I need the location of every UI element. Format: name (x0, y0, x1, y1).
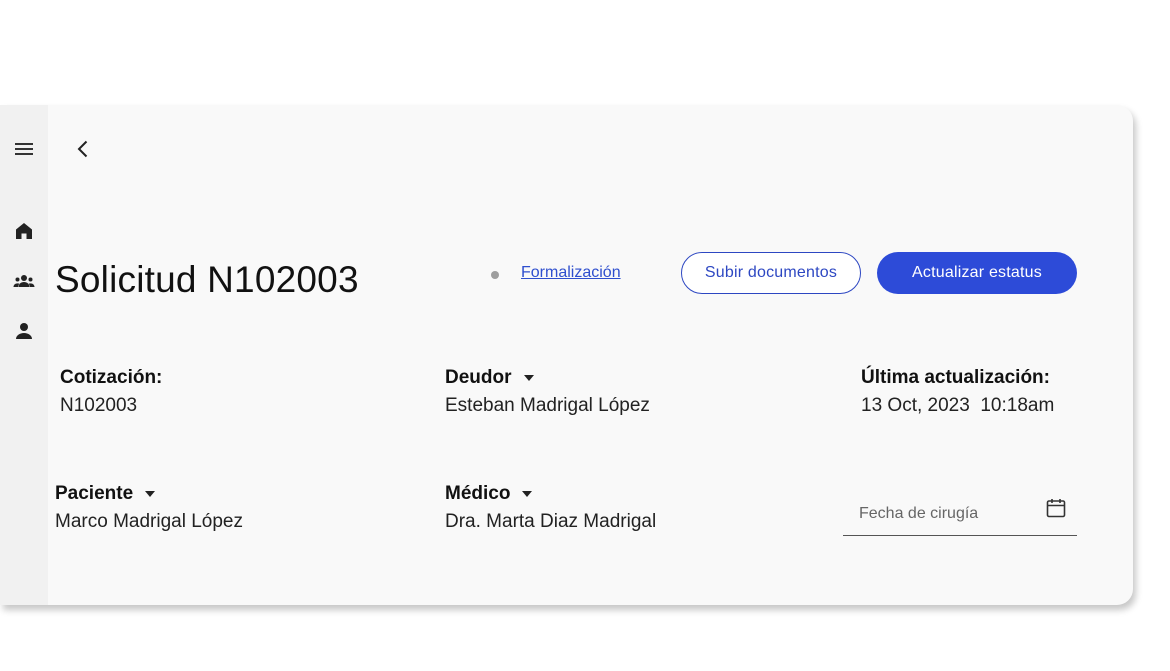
home-icon[interactable] (12, 219, 36, 243)
caret-down-icon[interactable] (523, 375, 534, 381)
medico-value: Dra. Marta Diaz Madrigal (445, 511, 657, 532)
surgery-date-field[interactable]: Fecha de cirugía (843, 491, 1077, 536)
status-dot (491, 271, 499, 279)
page-title: Solicitud N102003 (55, 259, 359, 300)
upload-documents-button[interactable]: Subir documentos (681, 252, 861, 294)
medico-field: Médico Dra. Marta Diaz Madrigal (445, 483, 656, 533)
navigation-rail (0, 105, 48, 605)
paciente-label: Paciente (55, 483, 134, 504)
request-card: Solicitud N102003 Formalización Subir do… (0, 105, 1133, 605)
cotizacion-field: Cotización: N102003 (60, 367, 162, 417)
update-status-button[interactable]: Actualizar estatus (877, 252, 1077, 294)
deudor-value: Esteban Madrigal López (445, 395, 650, 416)
menu-icon[interactable] (12, 137, 36, 161)
deudor-label: Deudor (445, 367, 512, 388)
deudor-field: Deudor Esteban Madrigal López (445, 367, 650, 417)
person-icon[interactable] (12, 319, 36, 343)
medico-label: Médico (445, 483, 511, 504)
last-update-label: Última actualización: (861, 367, 1050, 388)
paciente-field: Paciente Marco Madrigal López (55, 483, 243, 533)
status-link[interactable]: Formalización (521, 264, 621, 282)
caret-down-icon[interactable] (522, 491, 533, 497)
paciente-value: Marco Madrigal López (55, 511, 243, 532)
calendar-icon[interactable] (1044, 496, 1068, 520)
groups-icon[interactable] (12, 269, 36, 293)
chevron-left-icon[interactable] (71, 137, 95, 161)
surgery-date-placeholder: Fecha de cirugía (859, 505, 979, 522)
last-update-value: 13 Oct, 2023 10:18am (861, 395, 1055, 416)
cotizacion-value: N102003 (60, 395, 138, 416)
last-update-field: Última actualización: 13 Oct, 2023 10:18… (861, 367, 1054, 417)
caret-down-icon[interactable] (145, 491, 156, 497)
cotizacion-label: Cotización: (60, 367, 163, 388)
